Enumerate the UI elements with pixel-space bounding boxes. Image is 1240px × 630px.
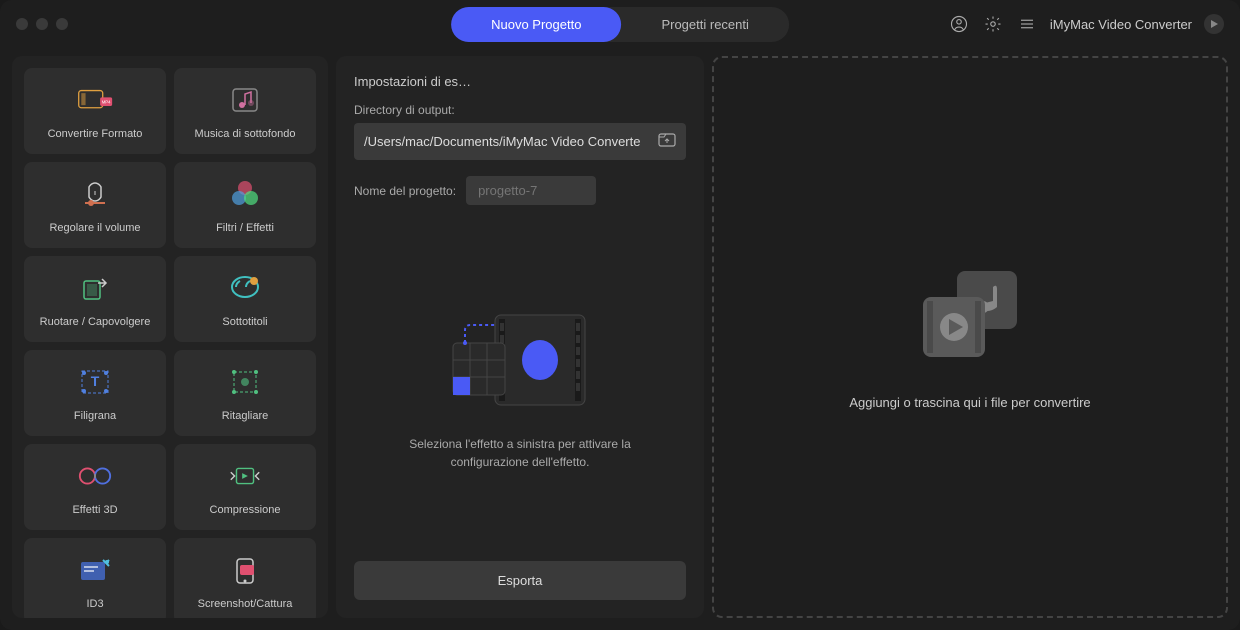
- tool-crop[interactable]: Ritagliare: [174, 350, 316, 436]
- rotate-icon: [77, 270, 113, 306]
- toolbar-right: iMyMac Video Converter: [948, 13, 1224, 35]
- app-title: iMyMac Video Converter: [1050, 17, 1192, 32]
- menu-icon[interactable]: [1016, 13, 1038, 35]
- tool-filters-effects[interactable]: Filtri / Effetti: [174, 162, 316, 248]
- tab-recent-projects[interactable]: Progetti recenti: [621, 7, 788, 42]
- svg-text:T: T: [91, 373, 100, 389]
- user-icon[interactable]: [948, 13, 970, 35]
- watermark-icon: T: [77, 364, 113, 400]
- main-area: MP4 Convertire Formato Musica di sottofo…: [0, 48, 1240, 630]
- drop-illustration-icon: [915, 265, 1025, 365]
- project-name-row: Nome del progetto:: [354, 176, 686, 205]
- tool-label: Ritagliare: [222, 410, 268, 422]
- app-logo-icon: [1204, 14, 1224, 34]
- crop-icon: [227, 364, 263, 400]
- tool-label: Effetti 3D: [72, 504, 117, 516]
- tool-subtitles[interactable]: Sottotitoli: [174, 256, 316, 342]
- compress-icon: [227, 458, 263, 494]
- drop-zone[interactable]: Aggiungi o trascina qui i file per conve…: [712, 56, 1228, 618]
- tool-adjust-volume[interactable]: Regolare il volume: [24, 162, 166, 248]
- main-tabs: Nuovo Progetto Progetti recenti: [451, 7, 789, 42]
- minimize-button[interactable]: [36, 18, 48, 30]
- tool-label: Filigrana: [74, 410, 116, 422]
- preview-hint-text: Seleziona l'effetto a sinistra per attiv…: [390, 435, 650, 471]
- tool-convert-format[interactable]: MP4 Convertire Formato: [24, 68, 166, 154]
- output-dir-label: Directory di output:: [354, 103, 686, 117]
- app-window: Nuovo Progetto Progetti recenti iMyMac V…: [0, 0, 1240, 630]
- effects-3d-icon: [77, 458, 113, 494]
- project-name-input[interactable]: [466, 176, 596, 205]
- titlebar: Nuovo Progetto Progetti recenti iMyMac V…: [0, 0, 1240, 48]
- svg-text:MP4: MP4: [102, 99, 111, 104]
- tool-label: Sottotitoli: [222, 316, 267, 328]
- window-controls: [16, 18, 68, 30]
- maximize-button[interactable]: [56, 18, 68, 30]
- tool-label: Screenshot/Cattura: [198, 598, 293, 610]
- tool-screenshot[interactable]: Screenshot/Cattura: [174, 538, 316, 618]
- tool-label: Filtri / Effetti: [216, 222, 274, 234]
- preview-area: Seleziona l'effetto a sinistra per attiv…: [354, 235, 686, 541]
- id3-icon: [77, 552, 113, 588]
- tool-watermark[interactable]: T Filigrana: [24, 350, 166, 436]
- convert-icon: MP4: [77, 82, 113, 118]
- screenshot-icon: [227, 552, 263, 588]
- browse-folder-icon[interactable]: [658, 131, 676, 152]
- music-bg-icon: [227, 82, 263, 118]
- tool-label: Convertire Formato: [48, 128, 143, 140]
- tool-compression[interactable]: Compressione: [174, 444, 316, 530]
- tool-label: Compressione: [210, 504, 281, 516]
- output-dir-row: /Users/mac/Documents/iMyMac Video Conver…: [354, 123, 686, 160]
- output-dir-value: /Users/mac/Documents/iMyMac Video Conver…: [364, 134, 658, 149]
- tab-new-project[interactable]: Nuovo Progetto: [451, 7, 621, 42]
- tool-label: Ruotare / Capovolgere: [40, 316, 151, 328]
- tool-background-music[interactable]: Musica di sottofondo: [174, 68, 316, 154]
- tool-label: Musica di sottofondo: [195, 128, 296, 140]
- drop-hint-text: Aggiungi o trascina qui i file per conve…: [849, 395, 1090, 410]
- volume-icon: [77, 176, 113, 212]
- project-name-label: Nome del progetto:: [354, 184, 456, 198]
- preview-illustration-icon: [445, 305, 595, 415]
- tool-label: ID3: [86, 598, 103, 610]
- gear-icon[interactable]: [982, 13, 1004, 35]
- tool-rotate-flip[interactable]: Ruotare / Capovolgere: [24, 256, 166, 342]
- tool-sidebar: MP4 Convertire Formato Musica di sottofo…: [12, 56, 328, 618]
- settings-panel: Impostazioni di es… Directory di output:…: [336, 56, 704, 618]
- filters-icon: [227, 176, 263, 212]
- subtitles-icon: [227, 270, 263, 306]
- settings-title: Impostazioni di es…: [354, 74, 686, 89]
- tool-id3[interactable]: ID3: [24, 538, 166, 618]
- export-button[interactable]: Esporta: [354, 561, 686, 600]
- close-button[interactable]: [16, 18, 28, 30]
- tool-label: Regolare il volume: [49, 222, 140, 234]
- tool-3d-effects[interactable]: Effetti 3D: [24, 444, 166, 530]
